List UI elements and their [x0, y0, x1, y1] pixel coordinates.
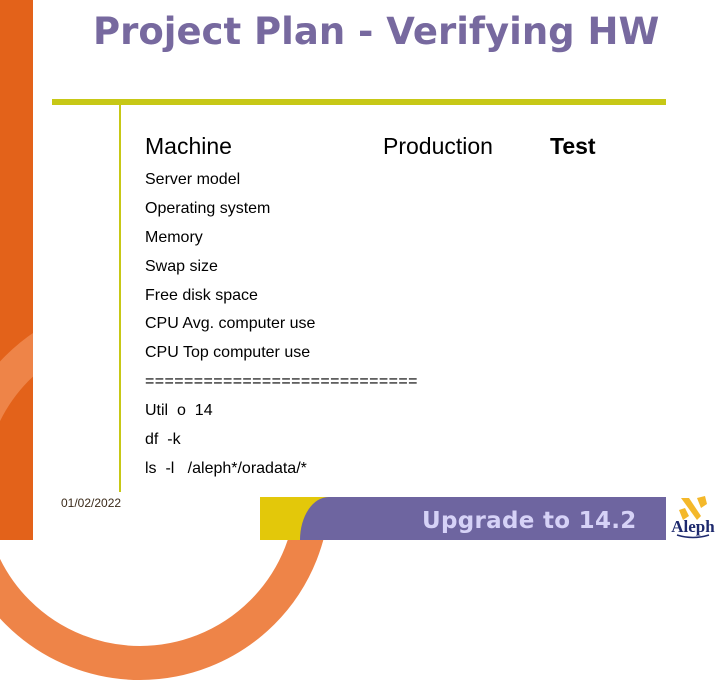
aleph-logo-icon: Aleph: [671, 496, 715, 539]
logo-text: Aleph: [671, 517, 715, 536]
footer-date: 01/02/2022: [61, 496, 122, 510]
list-item: CPU Avg. computer use: [145, 315, 316, 333]
title-underline: [52, 99, 666, 105]
list-item: ls -l /aleph*/oradata/*: [145, 459, 307, 477]
separator-line: ============================: [145, 373, 418, 391]
list-item: df -k: [145, 431, 181, 449]
slide-title: Project Plan - Verifying HW: [93, 10, 660, 53]
list-item: Memory: [145, 228, 203, 246]
footer-title: Upgrade to 14.2: [422, 508, 637, 534]
column-header-test: Test: [550, 133, 596, 159]
list-item: Operating system: [145, 199, 271, 217]
list-item: Util o 14: [145, 402, 213, 420]
list-item: Free disk space: [145, 286, 258, 304]
list-item: Swap size: [145, 257, 218, 275]
column-header-production: Production: [383, 133, 493, 159]
checklist: Server model Operating system Memory Swa…: [145, 170, 418, 488]
list-item: Server model: [145, 171, 241, 188]
list-item: CPU Top computer use: [145, 344, 311, 362]
vertical-rule: [119, 105, 121, 492]
column-header-machine: Machine: [145, 133, 232, 159]
